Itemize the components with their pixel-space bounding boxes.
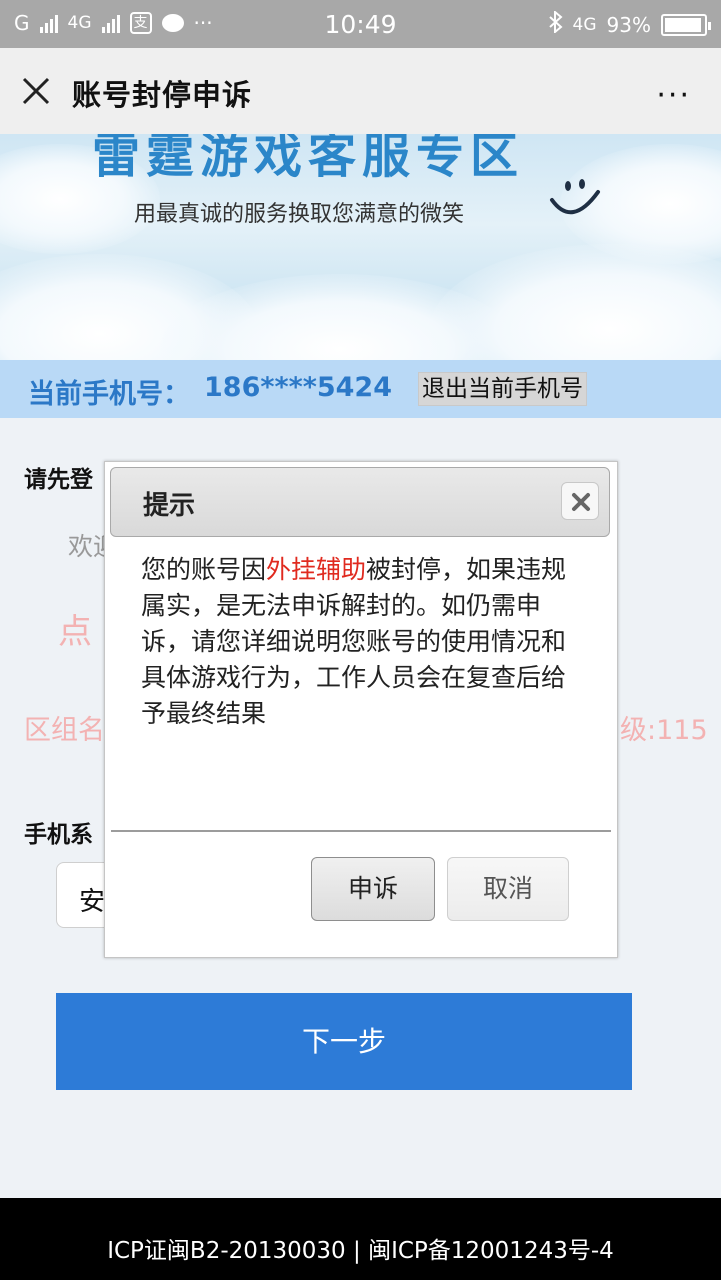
page-title: 账号封停申诉 bbox=[72, 78, 253, 112]
alert-dialog: 提示 您的账号因外挂辅助被封停，如果违规属实，是无法申诉解封的。如仍需申诉，请您… bbox=[104, 461, 618, 958]
battery-icon bbox=[661, 13, 711, 36]
phone-label: 当前手机号： bbox=[28, 379, 190, 410]
phone-bar: 当前手机号： 186****5424 退出当前手机号 bbox=[0, 360, 721, 418]
banner-subtitle: 用最真诚的服务换取您满意的微笑 bbox=[134, 202, 465, 227]
dialog-title: 提示 bbox=[143, 491, 196, 521]
login-prompt: 请先登 bbox=[24, 467, 93, 493]
network-right-label: 4G bbox=[572, 14, 597, 35]
cancel-button[interactable]: 取消 bbox=[447, 857, 569, 921]
status-right: 4G 93% bbox=[548, 9, 711, 38]
level-label: 级:115 bbox=[620, 715, 708, 746]
dialog-divider bbox=[111, 830, 611, 832]
phone-number: 186****5424 bbox=[204, 372, 392, 403]
dialog-close-icon[interactable] bbox=[561, 482, 599, 520]
close-icon[interactable] bbox=[18, 73, 54, 109]
logout-button[interactable]: 退出当前手机号 bbox=[418, 372, 587, 406]
dialog-header: 提示 bbox=[110, 467, 610, 537]
message-highlight: 外挂辅助 bbox=[266, 555, 367, 584]
red-notice-text: 点 bbox=[58, 612, 92, 652]
banner-title: 雷霆游戏客服专区 bbox=[92, 134, 525, 184]
message-before: 您的账号因 bbox=[141, 555, 267, 584]
icp-text: ICP证闽B2-20130030 | 闽ICP备12001243号-4 bbox=[107, 1238, 614, 1264]
appeal-button[interactable]: 申诉 bbox=[311, 857, 435, 921]
zone-label: 区组名 bbox=[24, 715, 105, 746]
nav-bar: 账号封停申诉 ··· bbox=[0, 48, 721, 134]
banner: 雷霆游戏客服专区 用最真诚的服务换取您满意的微笑 bbox=[0, 134, 721, 360]
smiley-icon bbox=[548, 176, 602, 226]
next-step-button[interactable]: 下一步 bbox=[56, 993, 632, 1090]
system-label: 手机系 bbox=[24, 822, 93, 848]
bluetooth-icon bbox=[548, 9, 563, 38]
status-bar: G 4G 支 ··· 10:49 4G 93% bbox=[0, 0, 721, 48]
more-options-icon[interactable]: ··· bbox=[656, 78, 691, 113]
dialog-message: 您的账号因外挂辅助被封停，如果违规属实，是无法申诉解封的。如仍需申诉，请您详细说… bbox=[141, 552, 571, 732]
footer: ICP证闽B2-20130030 | 闽ICP备12001243号-4 bbox=[0, 1198, 721, 1280]
battery-percent: 93% bbox=[606, 12, 651, 37]
